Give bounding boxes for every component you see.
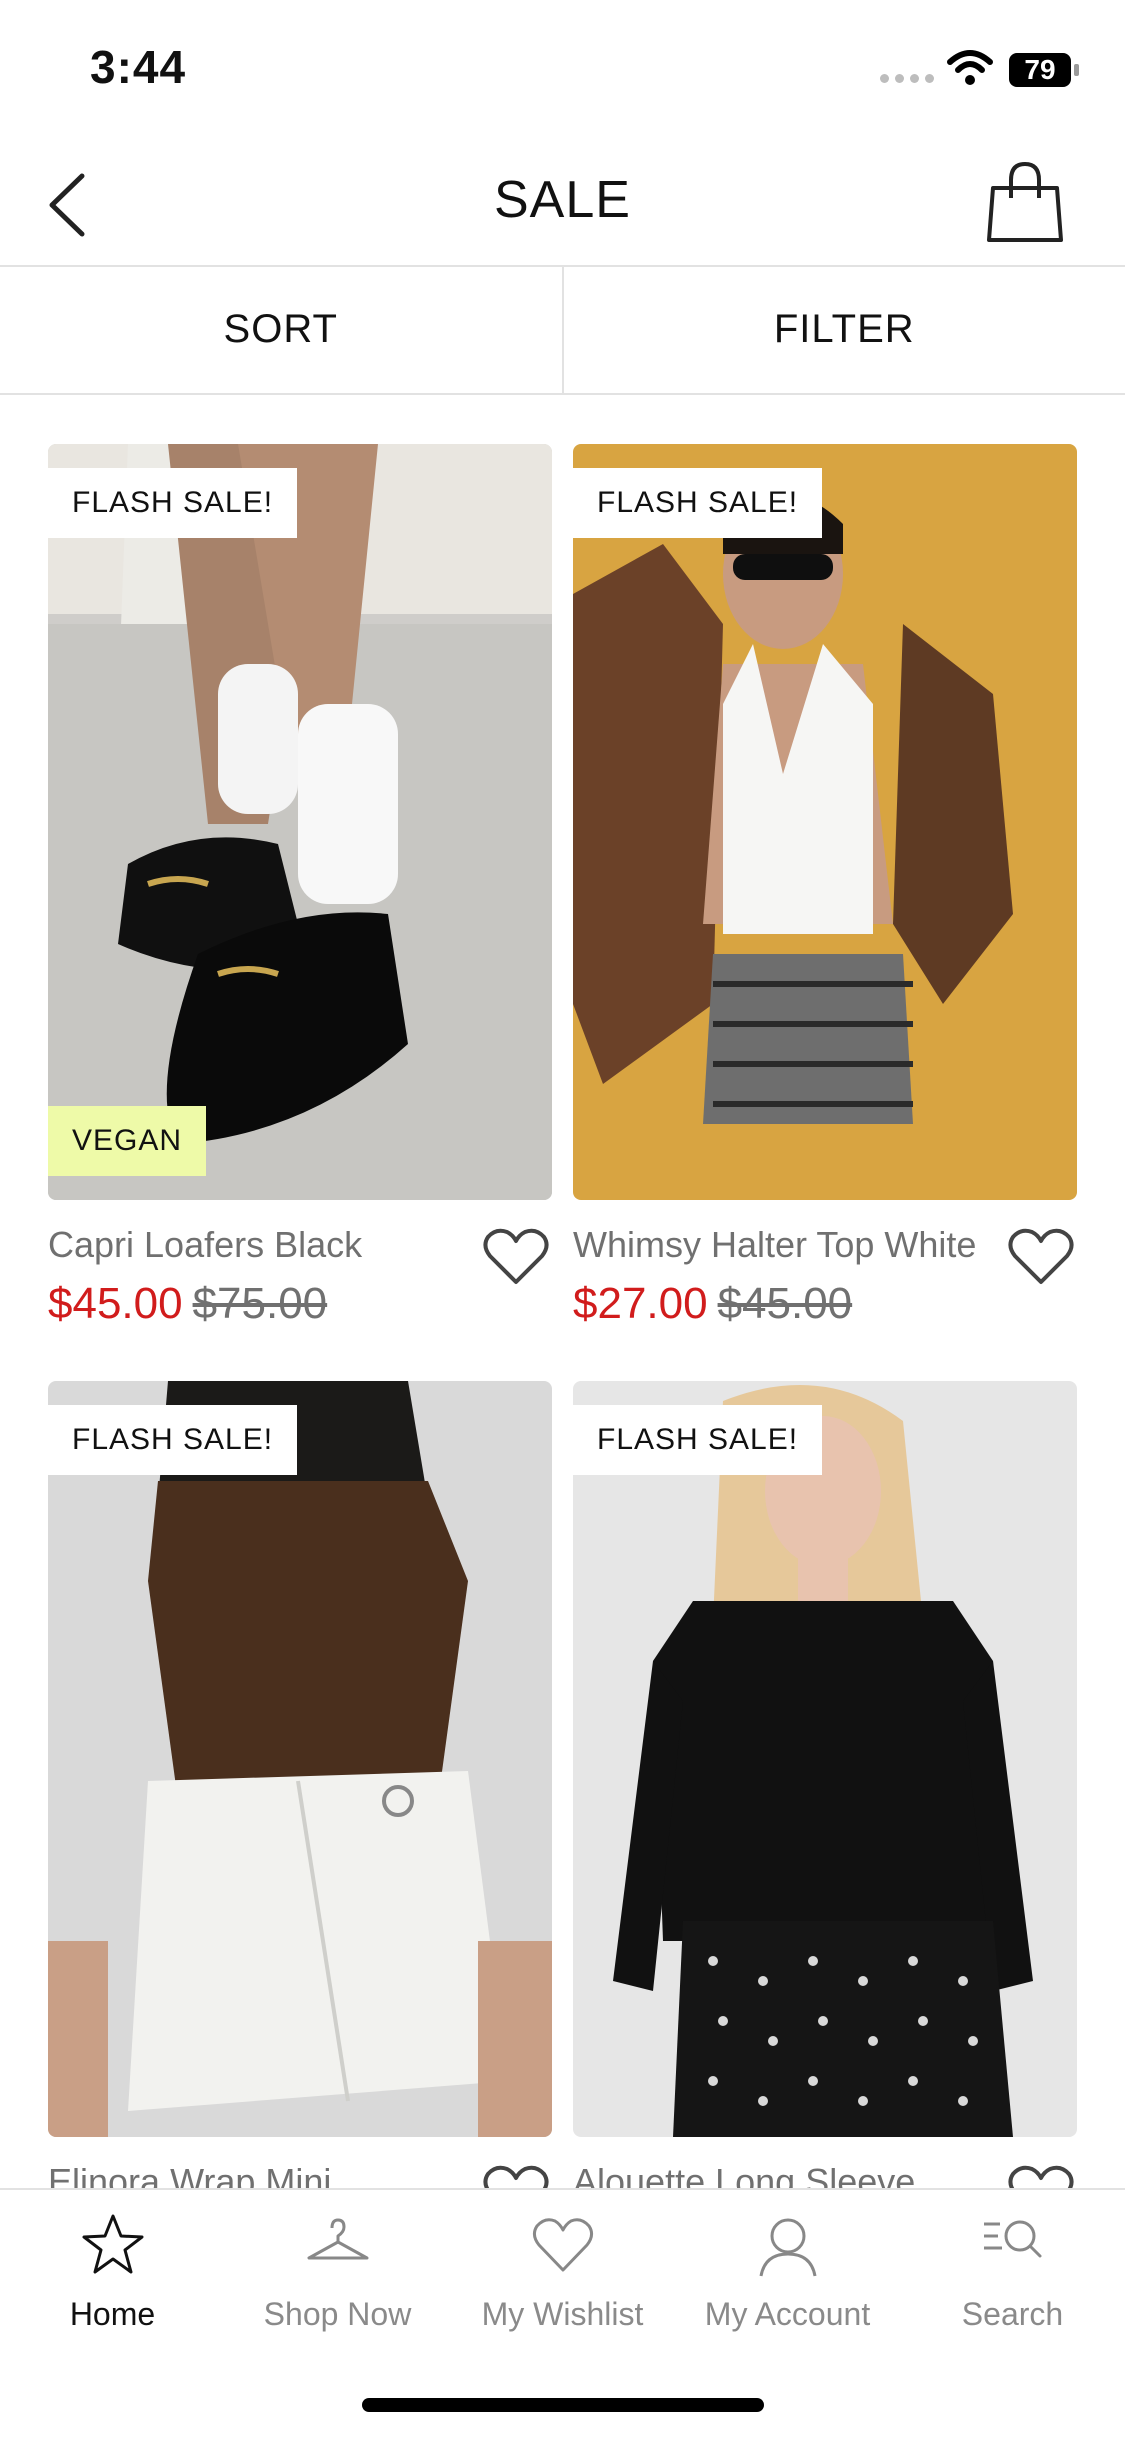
flash-sale-badge: FLASH SALE! xyxy=(573,468,822,538)
status-bar: 3:44 79 xyxy=(0,0,1125,140)
vegan-badge: VEGAN xyxy=(48,1106,206,1176)
tab-my-wishlist[interactable]: My Wishlist xyxy=(450,2190,675,2350)
tab-my-account[interactable]: My Account xyxy=(675,2190,900,2350)
filter-button[interactable]: FILTER xyxy=(562,265,1125,393)
original-price: $75.00 xyxy=(193,1279,328,1328)
tab-label: Shop Now xyxy=(225,2296,450,2333)
product-card[interactable]: FLASH SALE! Alouette Long Sleeve xyxy=(573,1381,1077,2231)
heart-icon xyxy=(530,2212,596,2278)
product-name[interactable]: Whimsy Halter Top White xyxy=(573,1224,976,1266)
cellular-signal-icon xyxy=(880,74,934,83)
tab-label: Home xyxy=(0,2296,225,2333)
product-card[interactable]: FLASH SALE! VEGAN Capri Loafers Black $4… xyxy=(48,444,552,1344)
home-indicator xyxy=(362,2398,764,2412)
tab-search[interactable]: Search xyxy=(900,2190,1125,2350)
product-name[interactable]: Capri Loafers Black xyxy=(48,1224,362,1266)
product-price: $45.00$75.00 xyxy=(48,1279,327,1329)
flash-sale-badge: FLASH SALE! xyxy=(48,468,297,538)
tab-label: Search xyxy=(900,2296,1125,2333)
product-image-loafers[interactable] xyxy=(48,444,552,1200)
tab-label: My Account xyxy=(675,2296,900,2333)
wishlist-heart-icon[interactable] xyxy=(1007,1226,1075,1288)
sort-filter-bar: SORT FILTER xyxy=(0,265,1125,395)
flash-sale-badge: FLASH SALE! xyxy=(48,1405,297,1475)
product-image-wrap-mini[interactable] xyxy=(48,1381,552,2137)
star-icon xyxy=(80,2212,146,2278)
sort-button[interactable]: SORT xyxy=(0,265,562,393)
battery-level: 79 xyxy=(1008,52,1072,88)
original-price: $45.00 xyxy=(718,1279,853,1328)
nav-bar: SALE xyxy=(0,140,1125,267)
flash-sale-badge: FLASH SALE! xyxy=(573,1405,822,1475)
tab-home[interactable]: Home xyxy=(0,2190,225,2350)
person-icon xyxy=(755,2212,821,2278)
product-price: $27.00$45.00 xyxy=(573,1279,852,1329)
hanger-icon xyxy=(305,2212,371,2278)
wifi-icon xyxy=(946,48,994,88)
status-time: 3:44 xyxy=(90,40,186,94)
shopping-bag-icon[interactable] xyxy=(985,160,1065,244)
tab-shop-now[interactable]: Shop Now xyxy=(225,2190,450,2350)
tab-label: My Wishlist xyxy=(450,2296,675,2333)
product-card[interactable]: FLASH SALE! Elinora Wrap Mini xyxy=(48,1381,552,2231)
search-list-icon xyxy=(980,2212,1046,2278)
sale-price: $45.00 xyxy=(48,1279,183,1328)
wishlist-heart-icon[interactable] xyxy=(482,1226,550,1288)
battery-icon: 79 xyxy=(1008,52,1080,88)
product-image-long-sleeve[interactable] xyxy=(573,1381,1077,2137)
page-title: SALE xyxy=(0,170,1125,230)
product-card[interactable]: FLASH SALE! Whimsy Halter Top White $27.… xyxy=(573,444,1077,1344)
sale-price: $27.00 xyxy=(573,1279,708,1328)
product-image-halter-top[interactable] xyxy=(573,444,1077,1200)
